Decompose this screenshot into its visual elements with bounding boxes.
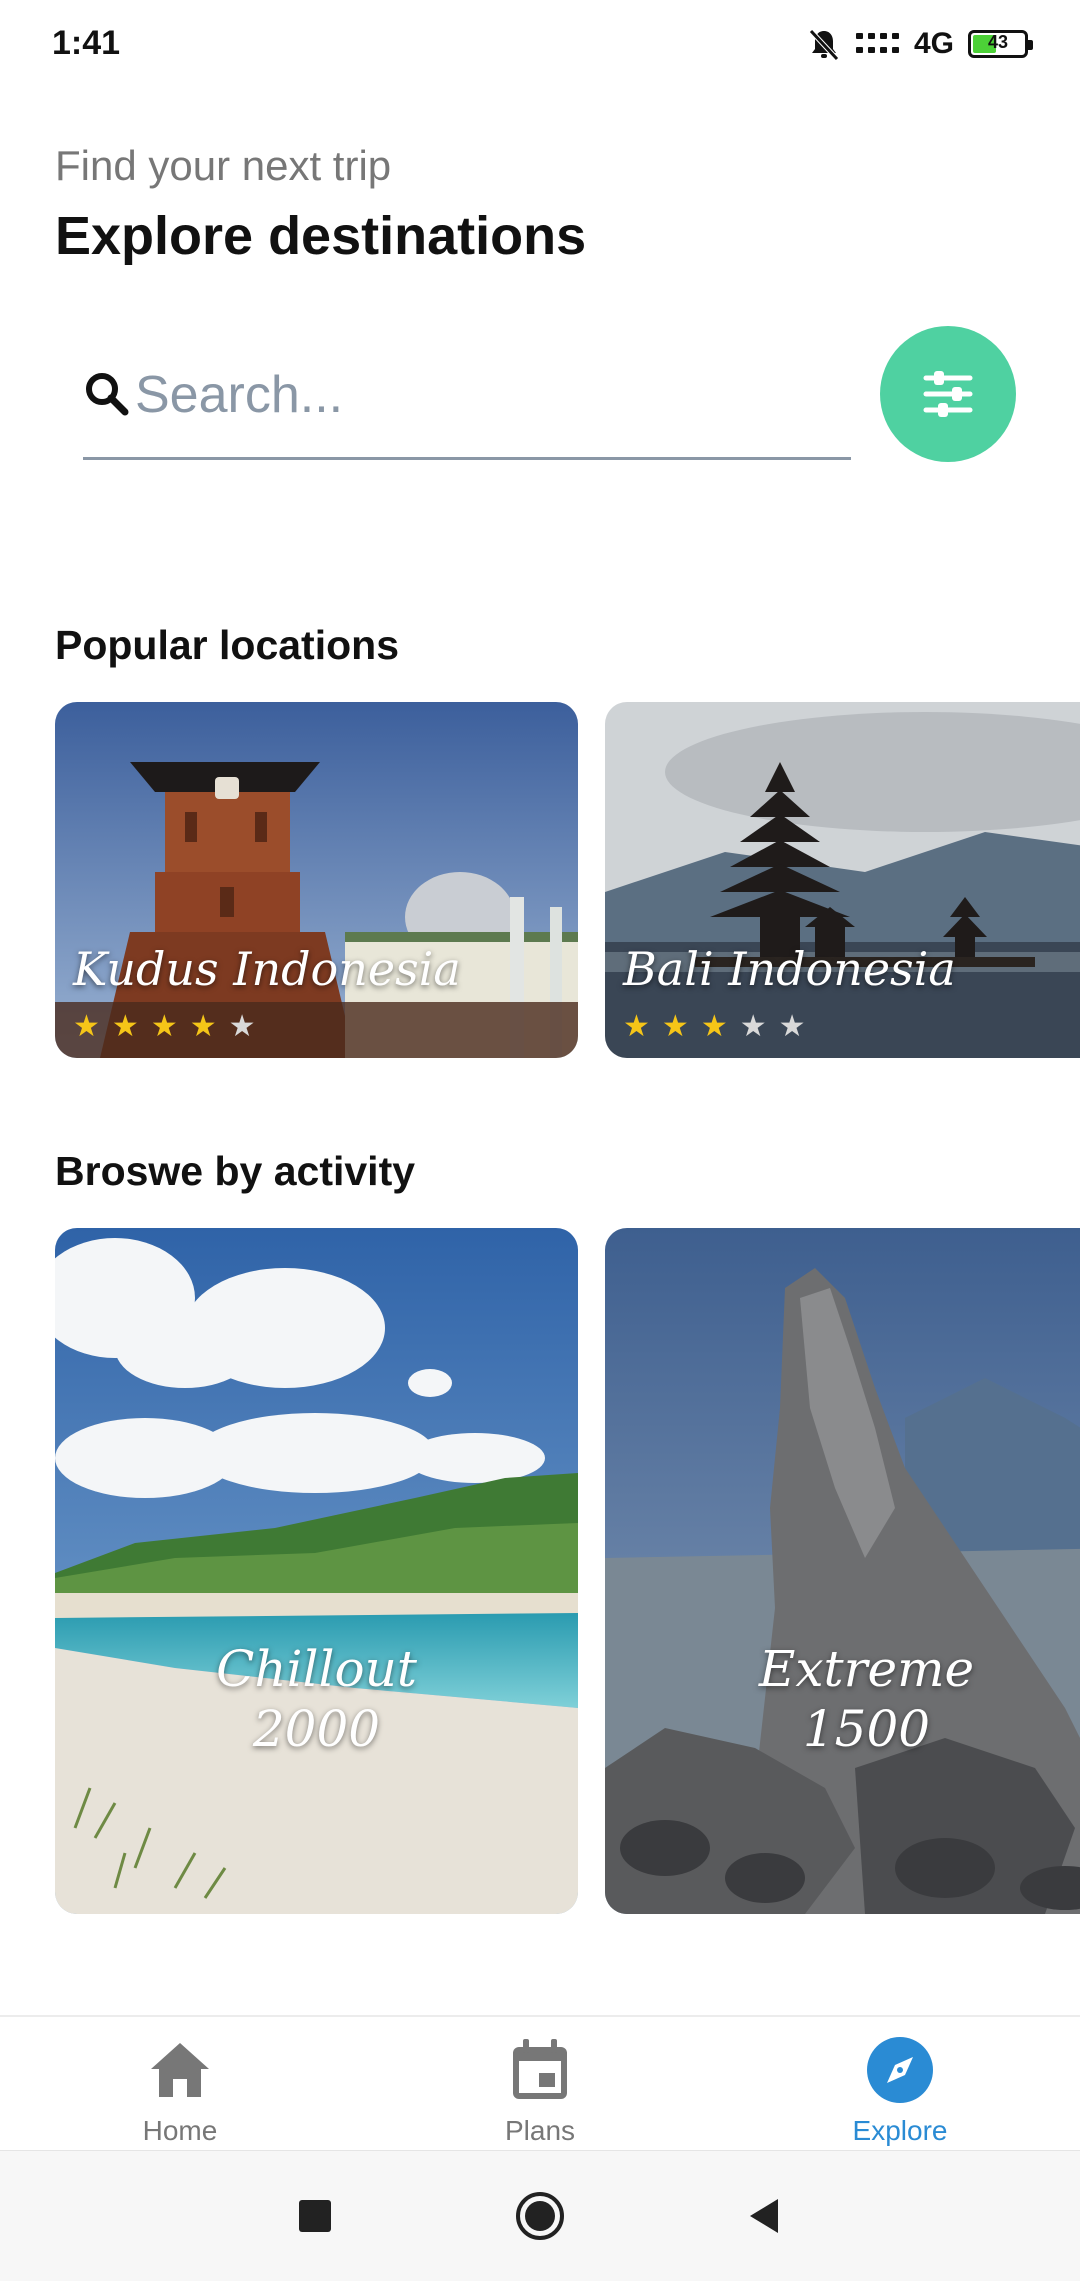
star-icon: ★ <box>111 1010 139 1043</box>
filter-button[interactable] <box>880 326 1016 462</box>
nav-home[interactable]: Home <box>0 2017 360 2152</box>
activity-count: 1500 <box>802 1700 931 1758</box>
bottom-navigation: Home Plans Explore <box>0 2015 1080 2152</box>
signal-dots-icon <box>855 33 899 53</box>
location-card-bali[interactable]: Bali Indonesia ★ ★ ★ ★ ★ <box>605 702 1080 1058</box>
rock-photo <box>605 1228 1080 1914</box>
location-label: Kudus Indonesia <box>73 942 461 996</box>
kudus-photo <box>55 702 578 1058</box>
activity-card-extreme[interactable]: Extreme 1500 <box>605 1228 1080 1914</box>
search-input[interactable] <box>135 358 825 432</box>
battery-level: 43 <box>987 32 1009 52</box>
rating-stars: ★ ★ ★ ★ ★ <box>623 1012 806 1042</box>
page-subtitle: Find your next trip <box>55 142 392 189</box>
battery-icon: 43 <box>968 30 1033 58</box>
activity-name: Extreme <box>758 1640 975 1698</box>
nav-explore[interactable]: Explore <box>720 2017 1080 2152</box>
sliders-icon <box>923 371 973 417</box>
search-bar[interactable] <box>83 340 851 460</box>
search-icon <box>86 373 129 416</box>
page-title: Explore destinations <box>55 206 587 266</box>
status-icons: 4G 43 <box>806 22 1033 66</box>
nav-plans[interactable]: Plans <box>360 2017 720 2152</box>
bali-photo <box>605 702 1080 1058</box>
location-label: Bali Indonesia <box>623 942 956 996</box>
popular-locations-title: Popular locations <box>55 622 399 668</box>
system-navigation-bar <box>0 2150 1080 2281</box>
star-icon: ★ <box>700 1010 728 1043</box>
network-type: 4G <box>913 27 954 60</box>
star-icon: ★ <box>189 1010 217 1043</box>
activity-name: Chillout <box>216 1640 417 1698</box>
rating-stars: ★ ★ ★ ★ ★ <box>73 1012 256 1042</box>
bell-muted-icon <box>809 29 839 61</box>
nav-label: Explore <box>852 2115 948 2146</box>
status-time: 1:41 <box>52 24 121 62</box>
nav-label: Plans <box>504 2115 576 2146</box>
nav-label: Home <box>142 2115 218 2146</box>
star-icon: ★ <box>778 1010 806 1043</box>
star-icon: ★ <box>73 1010 100 1043</box>
calendar-icon <box>513 2039 567 2099</box>
location-card-kudus[interactable]: Kudus Indonesia ★ ★ ★ ★ ★ <box>55 702 578 1058</box>
home-button[interactable] <box>515 2191 565 2241</box>
browse-activity-title: Broswe by activity <box>55 1148 416 1194</box>
star-icon: ★ <box>623 1010 650 1043</box>
star-icon: ★ <box>661 1010 689 1043</box>
activity-count: 2000 <box>252 1700 381 1758</box>
star-icon: ★ <box>739 1010 767 1043</box>
home-icon <box>151 2043 209 2097</box>
beach-photo <box>55 1228 578 1914</box>
star-icon: ★ <box>150 1010 178 1043</box>
recents-button[interactable] <box>290 2191 340 2241</box>
status-bar: 1:41 4G 43 <box>0 0 1080 90</box>
compass-icon <box>867 2037 933 2103</box>
star-icon: ★ <box>228 1010 256 1043</box>
activity-card-chillout[interactable]: Chillout 2000 <box>55 1228 578 1914</box>
back-button[interactable] <box>740 2191 790 2241</box>
